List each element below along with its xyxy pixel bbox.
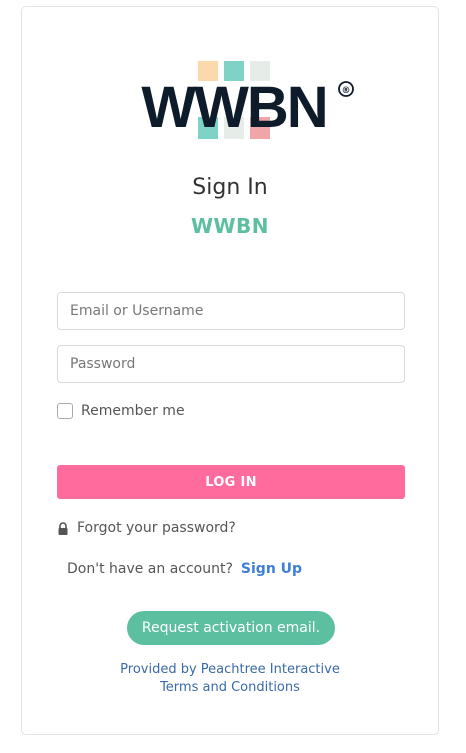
wwbn-logo: WWBN ® [118, 59, 358, 145]
logo-wordmark: WWBN [141, 75, 326, 140]
footer: Provided by Peachtree Interactive Terms … [22, 661, 438, 697]
checkbox-box[interactable] [57, 403, 73, 419]
email-input[interactable] [57, 292, 405, 330]
registered-mark: ® [342, 86, 351, 96]
site-name: WWBN [190, 214, 270, 238]
terms-link[interactable]: Terms and Conditions [22, 679, 438, 697]
page-title: Sign In [192, 175, 268, 200]
password-input[interactable] [57, 345, 405, 383]
signup-prompt: Don't have an account? [67, 561, 233, 577]
remember-me-checkbox[interactable]: Remember me [57, 403, 185, 419]
forgot-password-link[interactable]: Forgot your password? [57, 520, 236, 536]
forgot-password-label: Forgot your password? [77, 520, 236, 536]
lock-icon [57, 521, 69, 535]
remember-me-label: Remember me [81, 403, 185, 419]
signup-row: Don't have an account? Sign Up [67, 561, 302, 577]
login-card: WWBN ® Sign In WWBN Remember me LOG IN F… [21, 6, 439, 735]
signup-link[interactable]: Sign Up [241, 561, 302, 577]
request-activation-button[interactable]: Request activation email. [127, 611, 335, 645]
provider-link[interactable]: Provided by Peachtree Interactive [22, 661, 438, 679]
login-button[interactable]: LOG IN [57, 465, 405, 499]
